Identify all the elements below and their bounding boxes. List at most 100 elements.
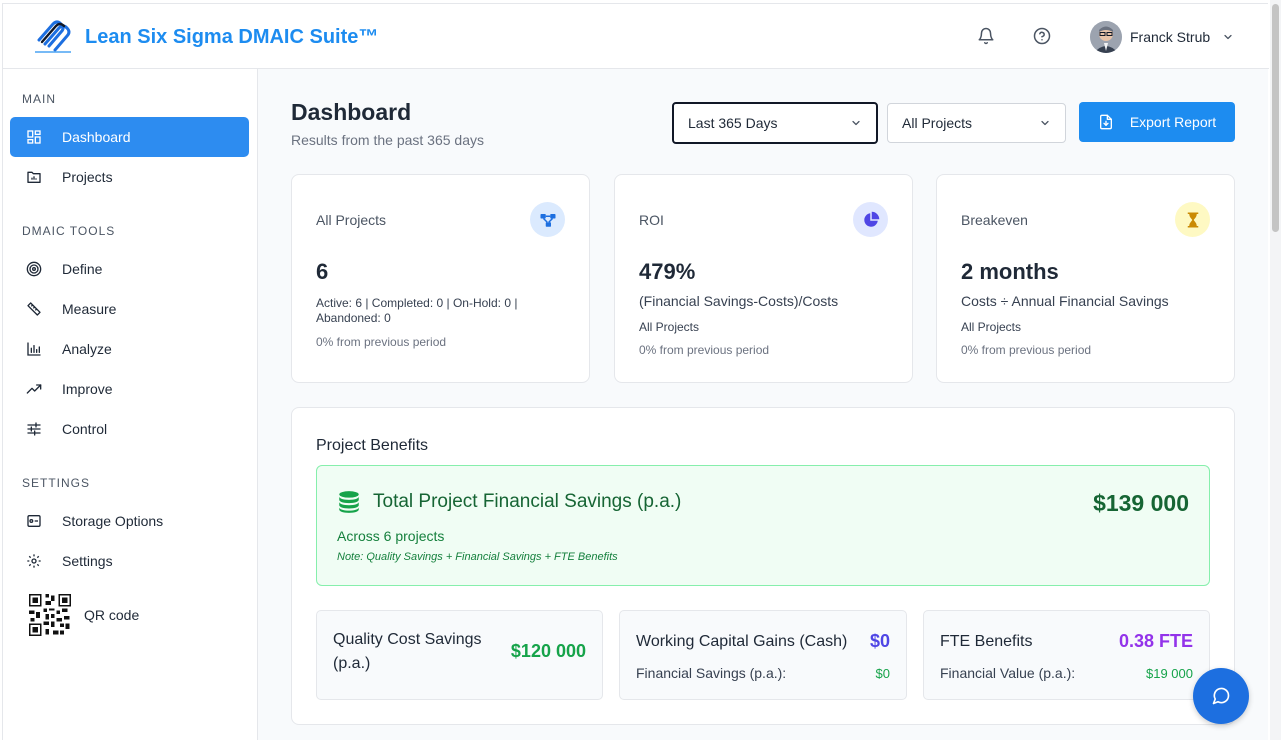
card-label: ROI [639,212,664,228]
card-label: All Projects [316,212,387,228]
trending-up-icon [26,384,42,394]
page-subtitle: Results from the past 365 days [291,132,484,148]
working-capital-card: Working Capital Gains (Cash) $0 Financia… [619,610,907,700]
main-content: Dashboard Results from the past 365 days… [258,69,1269,740]
mini-card-sub-value: $19 000 [1146,666,1193,681]
sidebar-item-label: Storage Options [62,513,164,529]
sidebar-item-label: Dashboard [62,129,131,145]
chevron-down-icon [852,120,860,126]
project-benefits-panel: Project Benefits Total Project Financial… [291,407,1235,725]
sidebar-item-qr-code[interactable]: QR code [27,592,139,638]
sidebar-item-measure[interactable]: Measure [10,289,249,329]
project-select[interactable]: All Projects [887,103,1066,143]
total-savings-note: Note: Quality Savings + Financial Saving… [337,551,618,563]
sidebar-item-label: Control [62,421,108,437]
card-change: 0% from previous period [961,343,1092,357]
total-savings-title: Total Project Financial Savings (p.a.) [373,491,682,512]
target-icon [26,261,42,277]
sidebar-item-define[interactable]: Define [10,249,249,289]
roi-formula: (Financial Savings-Costs)/Costs [639,293,839,309]
file-download-icon [1099,114,1112,130]
mini-card-title: FTE Benefits [940,633,1033,650]
avatar [1090,21,1122,53]
sidebar-item-label: Improve [62,381,113,397]
dashboard-grid-icon [27,130,41,144]
project-select-value: All Projects [902,115,973,131]
coins-icon [339,491,359,513]
sidebar-item-label: Measure [62,301,117,317]
folder-chart-icon [27,171,41,183]
gear-icon [27,554,41,568]
mini-card-title-line2: (p.a.) [333,655,371,672]
quality-savings-card: Quality Cost Savings (p.a.) $120 000 [316,610,603,700]
mini-card-value: $120 000 [510,641,586,661]
card-value: 479% [639,259,696,284]
sidebar-item-label: Projects [62,169,113,185]
sidebar-item-dashboard[interactable]: Dashboard [10,117,249,157]
sidebar-section-dmaic: DMAIC TOOLS [22,224,116,238]
card-scope: All Projects [639,320,700,334]
mini-card-title: Working Capital Gains (Cash) [636,633,848,650]
sidebar-item-label: QR code [84,607,140,623]
mini-card-sub-value: $0 [875,666,890,681]
sidebar-section-main: MAIN [22,92,56,106]
scrollbar-thumb[interactable] [1272,4,1279,232]
sidebar-section-settings: SETTINGS [22,476,91,490]
card-value: 6 [316,259,329,284]
sidebar-item-improve[interactable]: Improve [10,369,249,409]
sidebar: MAIN Dashboard Projects DMAIC TOOLS Defi… [3,69,258,740]
ruler-icon [27,302,41,316]
chat-bubble-icon [1212,687,1230,705]
fte-benefits-card: FTE Benefits 0.38 FTE Financial Value (p… [923,610,1210,700]
company-logo[interactable] [31,16,75,56]
page-scrollbar[interactable] [1270,0,1281,740]
page-title: Dashboard [291,99,412,125]
breakeven-card: Breakeven 2 months Costs ÷ Annual Financ… [936,174,1235,383]
card-change: 0% from previous period [639,343,770,357]
card-label: Breakeven [961,212,1028,228]
hourglass-icon [1175,202,1210,237]
top-header: Lean Six Sigma DMAIC Suite™ Franck Strub [3,4,1269,69]
period-select[interactable]: Last 365 Days [672,102,878,144]
chevron-down-icon [1041,120,1049,126]
section-title: Project Benefits [316,437,429,454]
storage-icon [27,515,41,527]
user-menu[interactable]: Franck Strub [1090,20,1234,54]
project-network-icon [530,202,565,237]
sidebar-item-control[interactable]: Control [10,409,249,449]
sidebar-item-analyze[interactable]: Analyze [10,329,249,369]
sidebar-item-storage[interactable]: Storage Options [10,501,249,541]
roi-card: ROI 479% (Financial Savings-Costs)/Costs… [614,174,913,383]
total-savings-subtitle: Across 6 projects [337,528,445,544]
card-change: 0% from previous period [316,335,447,349]
card-scope: All Projects [961,320,1022,334]
chevron-down-icon[interactable] [1222,31,1234,43]
sidebar-item-label: Analyze [62,341,112,357]
mini-card-sub-label: Financial Savings (p.a.): [636,665,787,681]
card-value: 2 months [961,259,1059,284]
export-report-button[interactable]: Export Report [1079,102,1235,142]
mini-card-value: $0 [869,631,890,651]
export-report-label: Export Report [1129,114,1217,130]
bell-icon[interactable] [977,27,995,45]
total-savings-value: $139 000 [1093,490,1189,516]
sidebar-item-label: Define [62,261,103,277]
sidebar-item-projects[interactable]: Projects [10,157,249,197]
app-window: Lean Six Sigma DMAIC Suite™ Franck Strub… [2,3,1269,740]
mini-card-sub-label: Financial Value (p.a.): [940,665,1076,681]
pie-chart-icon [853,202,888,237]
help-circle-icon[interactable] [1033,27,1051,45]
bar-chart-icon [27,342,41,356]
all-projects-card: All Projects 6 Active: 6 | Completed: 0 … [291,174,590,383]
project-status-breakdown: Active: 6 | Completed: 0 | On-Hold: 0 | … [316,296,518,325]
qr-code-icon [27,592,73,638]
sidebar-item-settings[interactable]: Settings [10,541,249,581]
user-name: Franck Strub [1130,29,1211,45]
mini-card-value: 0.38 FTE [1118,631,1193,651]
total-savings-box: Total Project Financial Savings (p.a.) $… [316,465,1210,586]
period-select-value: Last 365 Days [688,115,778,131]
breakeven-formula: Costs ÷ Annual Financial Savings [961,293,1169,309]
chat-button[interactable] [1193,668,1249,724]
sidebar-item-label: Settings [62,553,113,569]
app-title: Lean Six Sigma DMAIC Suite™ [85,26,379,48]
